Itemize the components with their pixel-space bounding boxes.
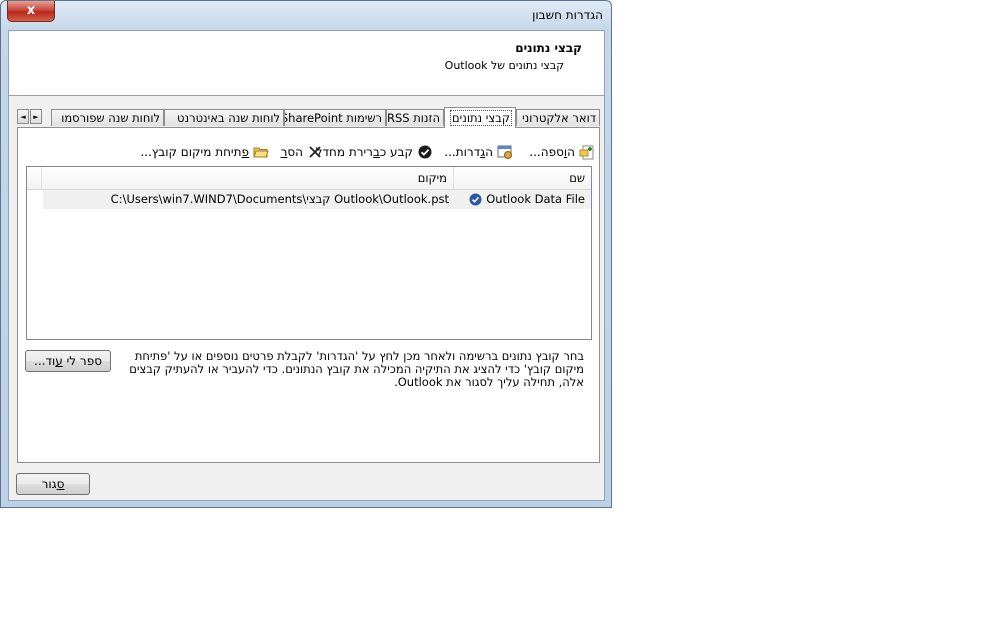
column-header-spacer [26, 167, 41, 189]
add-file-icon [579, 144, 595, 160]
folder-open-icon [253, 144, 269, 160]
window-title: הגדרות חשבון [532, 8, 603, 22]
window-close-button[interactable]: x [7, 1, 55, 22]
account-settings-window: x הגדרות חשבון קבצי נתונים קבצי נתונים ש… [0, 0, 612, 508]
title-bar[interactable]: x הגדרות חשבון [1, 1, 611, 29]
tab-scroll-left-button[interactable]: ◄ [17, 109, 29, 124]
page-title: קבצי נתונים [515, 41, 582, 55]
toolbar: הוספה... הגדרות... קבע כברירת מחדל הסר פ… [18, 142, 599, 162]
remove-x-icon [307, 144, 323, 160]
add-button[interactable]: הוספה... [529, 142, 595, 162]
data-files-list[interactable]: שם מיקום Outlook Data File C:\Users\win7… [26, 166, 592, 340]
tab-rss-feeds[interactable]: הזנות RSS [386, 109, 444, 126]
tab-strip: דואר אלקטרוני קבצי נתונים הזנות RSS רשימ… [17, 107, 600, 128]
settings-icon [497, 144, 513, 160]
tab-email[interactable]: דואר אלקטרוני [516, 109, 600, 126]
checkmark-icon [417, 144, 433, 160]
settings-button[interactable]: הגדרות... [444, 142, 513, 162]
arrow-right-icon: ► [33, 113, 39, 121]
tab-sharepoint-lists[interactable]: רשימות SharePoint [284, 109, 386, 126]
tab-internet-calendars[interactable]: לוחות שנה באינטרנט [164, 109, 284, 126]
close-icon: x [26, 3, 36, 18]
tab-published-calendars[interactable]: לוחות שנה שפורסמו [51, 109, 164, 126]
tell-me-more-button[interactable]: ספר לי עוד... [25, 350, 111, 372]
dialog-client-area: קבצי נתונים קבצי נתונים של Outlook דואר … [8, 30, 605, 501]
data-files-tab-page: הוספה... הגדרות... קבע כברירת מחדל הסר פ… [17, 127, 600, 463]
open-file-location-button[interactable]: פתיחת מיקום קובץ... [140, 142, 269, 162]
default-check-icon [469, 193, 482, 206]
table-row[interactable]: Outlook Data File C:\Users\win7.WIND7\Do… [43, 190, 591, 209]
header-panel: קבצי נתונים קבצי נתונים של Outlook [9, 31, 604, 96]
column-header-name[interactable]: שם [453, 167, 591, 189]
column-header-location[interactable]: מיקום [41, 167, 453, 189]
tab-data-files[interactable]: קבצי נתונים [444, 107, 516, 128]
set-default-button[interactable]: קבע כברירת מחדל [316, 142, 433, 162]
row-name-cell: Outlook Data File [469, 190, 585, 209]
row-location-cell: C:\Users\win7.WIND7\Documents\קבצי Outlo… [110, 192, 449, 206]
remove-button[interactable]: הסר [281, 142, 323, 162]
help-text: בחר קובץ נתונים ברשימה ולאחר מכן לחץ על … [129, 349, 584, 389]
close-button[interactable]: סגור [16, 473, 90, 495]
tab-scroll-right-button[interactable]: ► [30, 109, 42, 124]
arrow-left-icon: ◄ [20, 113, 26, 121]
page-subtitle: קבצי נתונים של Outlook [444, 59, 564, 72]
list-header: שם מיקום [27, 167, 591, 190]
